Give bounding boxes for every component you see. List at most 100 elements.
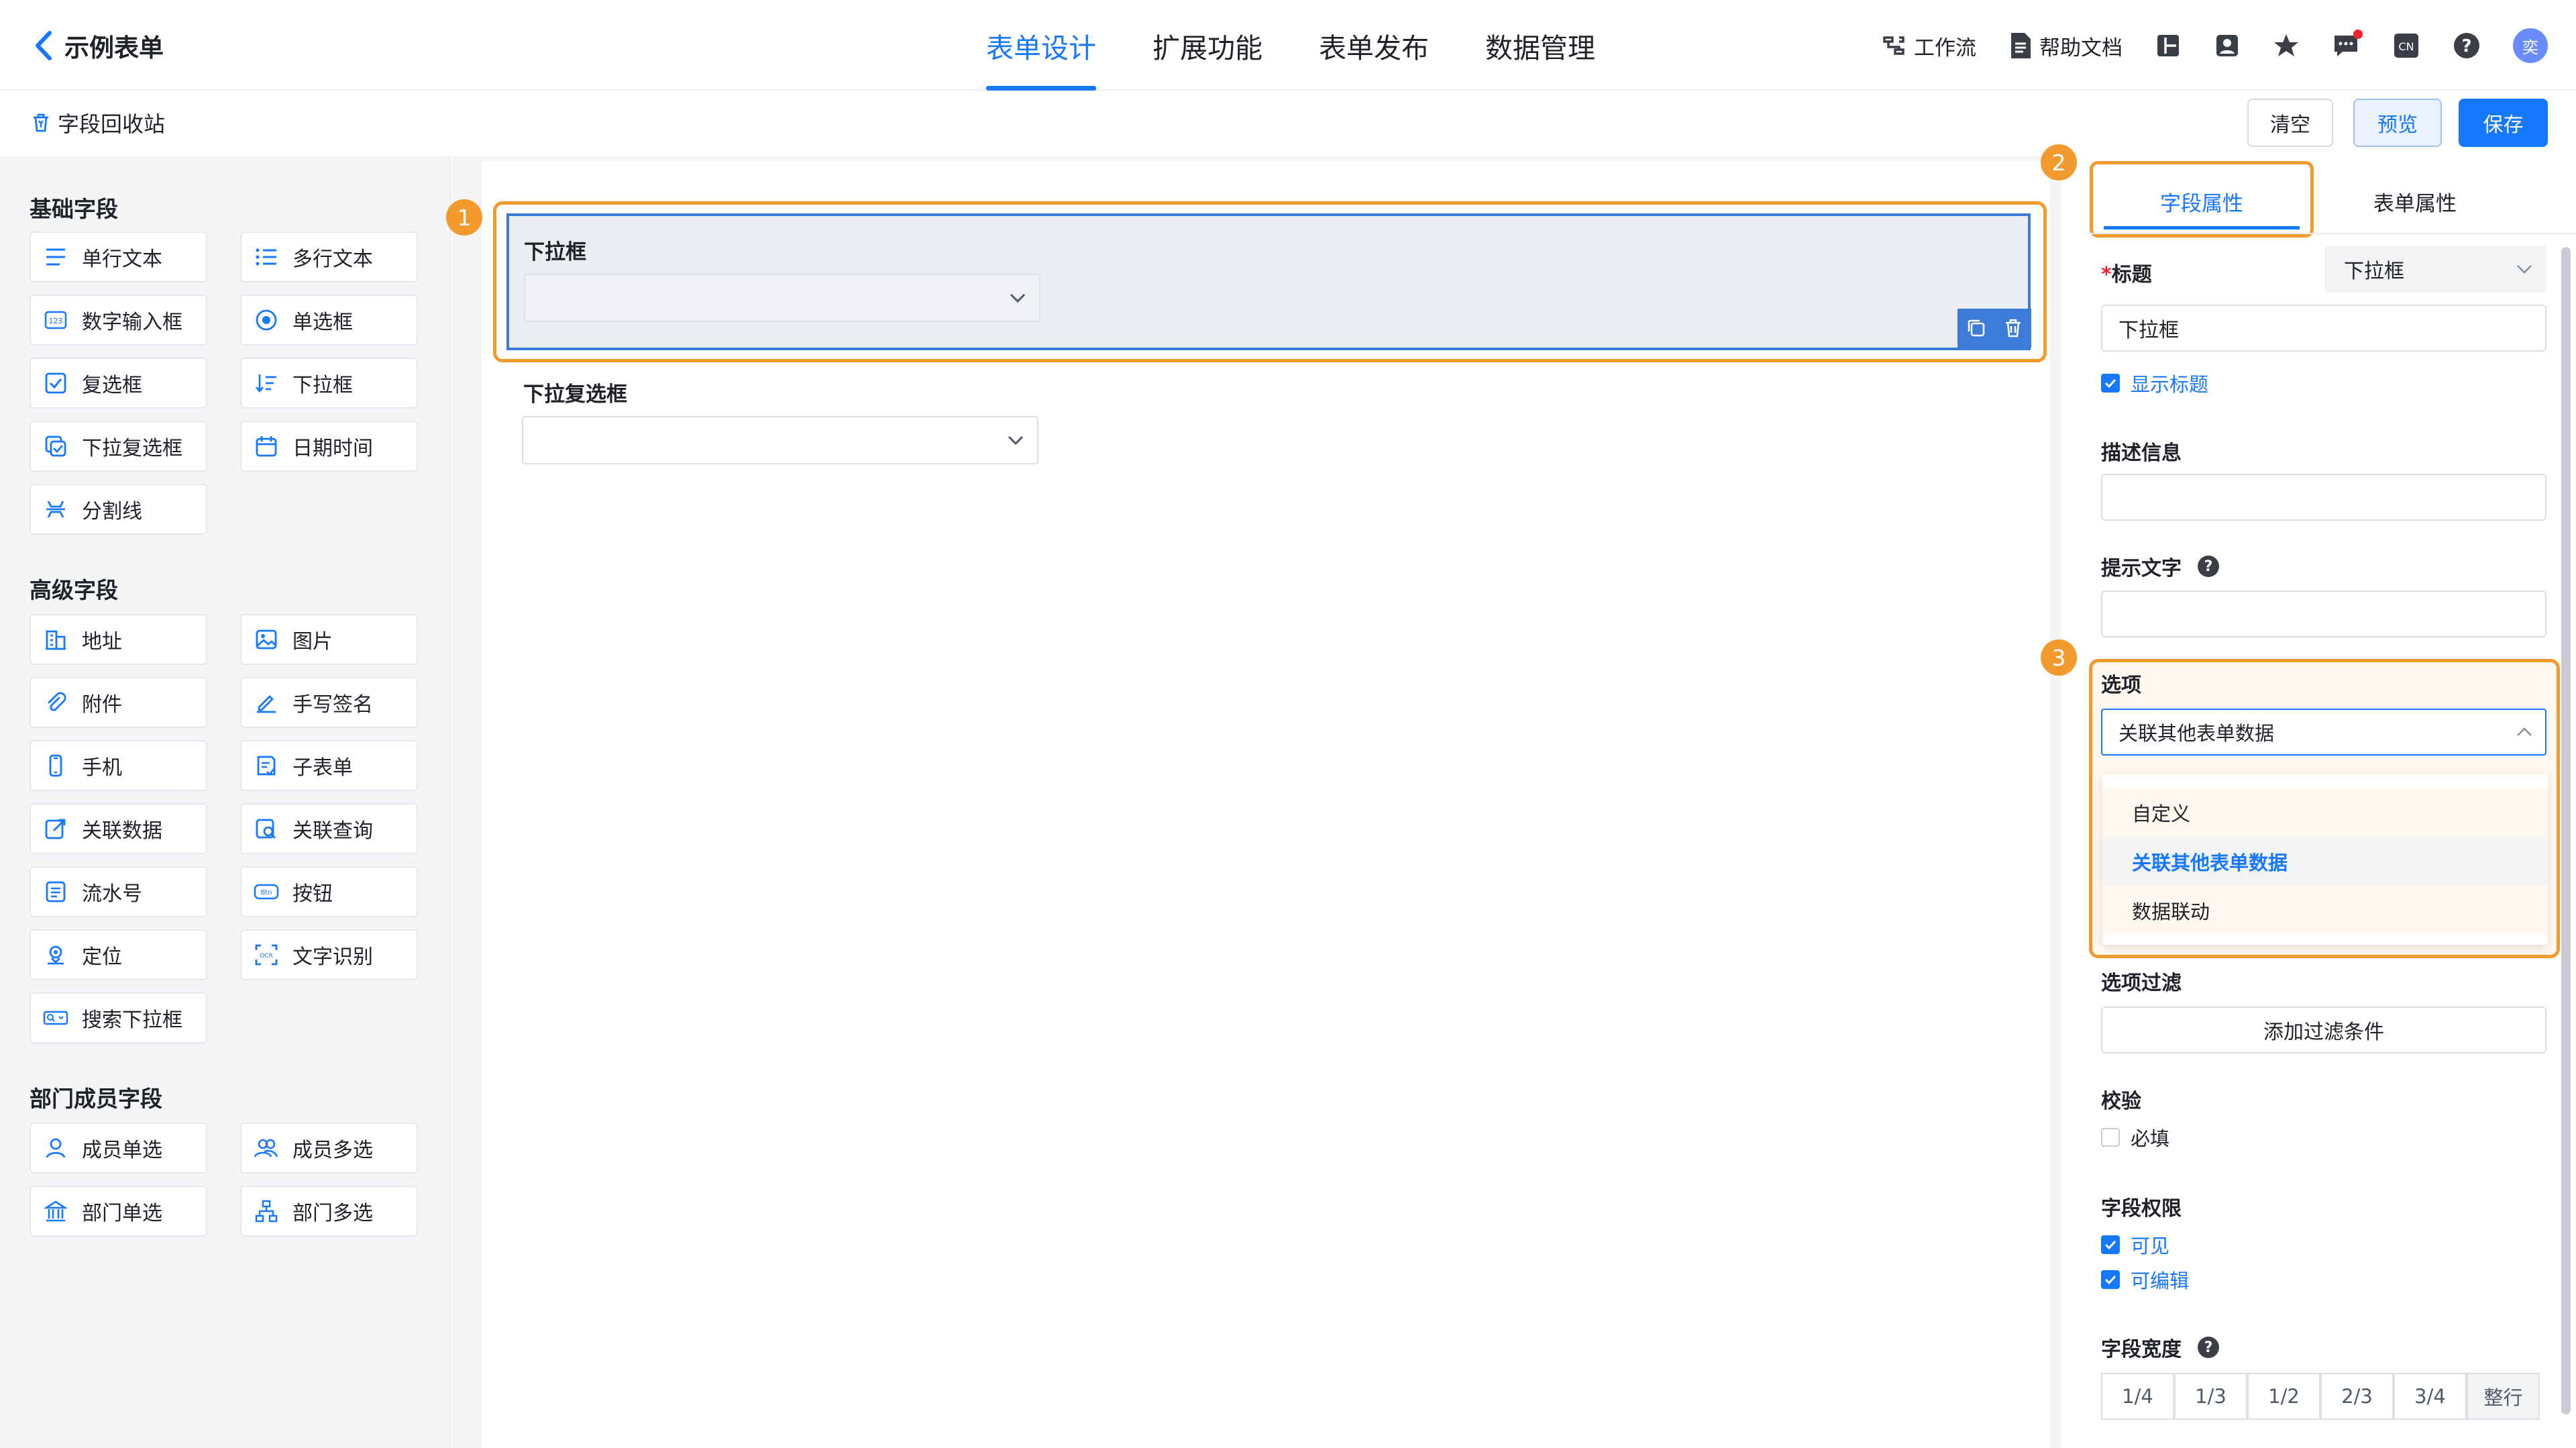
palette-search-dropdown[interactable]: 搜索下拉框 xyxy=(30,992,207,1043)
palette-image[interactable]: 图片 xyxy=(240,614,418,665)
tab-data-management[interactable]: 数据管理 xyxy=(1485,0,1595,91)
palette-single-line-text[interactable]: 单行文本 xyxy=(30,231,207,282)
options-source-value: 关联其他表单数据 xyxy=(2118,722,2275,745)
palette-member-single[interactable]: 成员单选 xyxy=(30,1123,207,1174)
palette-ocr[interactable]: OCR 文字识别 xyxy=(240,929,418,980)
field-recycle-bin[interactable]: 字段回收站 xyxy=(31,106,165,140)
add-filter-button[interactable]: 添加过滤条件 xyxy=(2101,1006,2546,1053)
language-icon: CN xyxy=(2392,32,2420,60)
help-question-icon[interactable]: ? xyxy=(2198,556,2219,577)
copy-icon[interactable] xyxy=(1966,318,1986,338)
tab-form-design[interactable]: 表单设计 xyxy=(986,0,1096,91)
show-title-checkbox[interactable]: 显示标题 xyxy=(2101,369,2208,397)
header-actions: 工作流 帮助文档 CN ? 奕 xyxy=(1848,24,2548,67)
palette-attachment[interactable]: 附件 xyxy=(30,677,207,728)
number-input-icon: 123 xyxy=(43,307,68,333)
hint-label-text: 提示文字 xyxy=(2101,557,2182,580)
preview-button[interactable]: 预览 xyxy=(2353,99,2442,147)
palette-department-single[interactable]: 部门单选 xyxy=(30,1186,207,1237)
properties-scrollbar[interactable] xyxy=(2561,247,2571,1414)
tab-field-properties[interactable]: 字段属性 xyxy=(2094,168,2309,235)
save-button[interactable]: 保存 xyxy=(2459,99,2548,147)
palette-phone[interactable]: 手机 xyxy=(30,740,207,791)
hint-input[interactable] xyxy=(2101,590,2546,637)
palette-datetime[interactable]: 日期时间 xyxy=(240,421,418,472)
back-button[interactable]: 示例表单 xyxy=(32,25,233,66)
workflow-link[interactable]: 工作流 xyxy=(1880,31,1976,61)
palette-label: 成员多选 xyxy=(292,1139,373,1162)
favorite-icon-button[interactable] xyxy=(2273,32,2300,59)
checkbox-checked-icon xyxy=(2101,1235,2120,1254)
visible-label: 可见 xyxy=(2131,1235,2170,1257)
palette-member-multi[interactable]: 成员多选 xyxy=(240,1123,418,1174)
palette-checkbox[interactable]: 复选框 xyxy=(30,358,207,409)
description-label: 描述信息 xyxy=(2101,442,2182,465)
palette-dropdown[interactable]: 下拉框 xyxy=(240,358,418,409)
visible-checkbox[interactable]: 可见 xyxy=(2101,1231,2169,1259)
palette-button[interactable]: Btn 按钮 xyxy=(240,866,418,917)
title-input[interactable]: 下拉框 xyxy=(2101,305,2546,352)
palette-label: 成员单选 xyxy=(82,1139,162,1162)
field-type-select[interactable]: 下拉框 xyxy=(2325,246,2546,293)
attachment-icon xyxy=(43,690,68,715)
description-input[interactable] xyxy=(2101,474,2546,521)
form-field-dropdown-selected[interactable]: 下拉框 xyxy=(506,213,2031,350)
phone-icon xyxy=(43,753,68,778)
tab-form-publish[interactable]: 表单发布 xyxy=(1319,0,1429,91)
clear-button[interactable]: 清空 xyxy=(2247,99,2333,147)
validation-label: 校验 xyxy=(2101,1090,2141,1113)
messages-icon-button[interactable] xyxy=(2332,30,2363,59)
width-option-3-4[interactable]: 3/4 xyxy=(2394,1373,2467,1420)
palette-serial-number[interactable]: 流水号 xyxy=(30,866,207,917)
width-option-1-4[interactable]: 1/4 xyxy=(2101,1373,2174,1420)
help-icon-button[interactable]: ? xyxy=(2453,32,2481,60)
option-custom[interactable]: 自定义 xyxy=(2102,788,2548,837)
palette-dropdown-checkbox[interactable]: 下拉复选框 xyxy=(30,421,207,472)
palette-department-multi[interactable]: 部门多选 xyxy=(240,1186,418,1237)
palette-address[interactable]: 地址 xyxy=(30,614,207,665)
chevron-down-icon xyxy=(1006,434,1025,446)
field-label-dropdown-checkbox: 下拉复选框 xyxy=(523,382,627,407)
palette-label: 多行文本 xyxy=(292,248,373,271)
required-checkbox[interactable]: 必填 xyxy=(2101,1123,2169,1151)
editable-checkbox[interactable]: 可编辑 xyxy=(2101,1265,2189,1294)
help-question-icon[interactable]: ? xyxy=(2198,1337,2219,1358)
palette-linked-data[interactable]: 关联数据 xyxy=(30,803,207,854)
tab-form-properties[interactable]: 表单属性 xyxy=(2314,168,2516,235)
palette-label: 分割线 xyxy=(82,500,142,523)
palette-location[interactable]: 定位 xyxy=(30,929,207,980)
palette-subform[interactable]: 子表单 xyxy=(240,740,418,791)
dropdown-input[interactable] xyxy=(524,274,1040,322)
width-option-2-3[interactable]: 2/3 xyxy=(2320,1373,2394,1420)
layout-icon xyxy=(2155,32,2182,59)
language-icon-button[interactable]: CN xyxy=(2392,32,2420,60)
option-data-linkage[interactable]: 数据联动 xyxy=(2102,886,2548,935)
title-label: *标题 xyxy=(2101,258,2152,287)
delete-icon[interactable] xyxy=(2003,318,2023,338)
palette-label: 搜索下拉框 xyxy=(82,1009,182,1032)
help-docs-link[interactable]: 帮助文档 xyxy=(2008,31,2123,61)
palette-divider[interactable]: 分割线 xyxy=(30,484,207,535)
contacts-icon-button[interactable] xyxy=(2214,32,2241,59)
palette-signature[interactable]: 手写签名 xyxy=(240,677,418,728)
serial-number-icon xyxy=(43,879,68,904)
workflow-icon xyxy=(1880,32,1907,59)
permission-label: 字段权限 xyxy=(2101,1197,2182,1221)
user-avatar[interactable]: 奕 xyxy=(2513,28,2548,63)
palette-multi-line-text[interactable]: 多行文本 xyxy=(240,231,418,282)
palette-number-input[interactable]: 123 数字输入框 xyxy=(30,295,207,346)
options-source-select[interactable]: 关联其他表单数据 xyxy=(2101,709,2546,756)
dropdown-checkbox-input[interactable] xyxy=(522,416,1038,464)
option-linked-form-data[interactable]: 关联其他表单数据 xyxy=(2102,837,2548,886)
layout-icon-button[interactable] xyxy=(2155,32,2182,59)
width-option-1-2[interactable]: 1/2 xyxy=(2247,1373,2320,1420)
width-option-1-3[interactable]: 1/3 xyxy=(2174,1373,2247,1420)
palette-label: 地址 xyxy=(82,630,122,654)
form-title: 示例表单 xyxy=(64,34,164,62)
image-icon xyxy=(254,627,279,652)
palette-label: 图片 xyxy=(292,630,333,654)
palette-linked-query[interactable]: 关联查询 xyxy=(240,803,418,854)
tab-extensions[interactable]: 扩展功能 xyxy=(1152,0,1263,91)
palette-radio[interactable]: 单选框 xyxy=(240,295,418,346)
width-option-full-row[interactable]: 整行 xyxy=(2467,1373,2540,1420)
